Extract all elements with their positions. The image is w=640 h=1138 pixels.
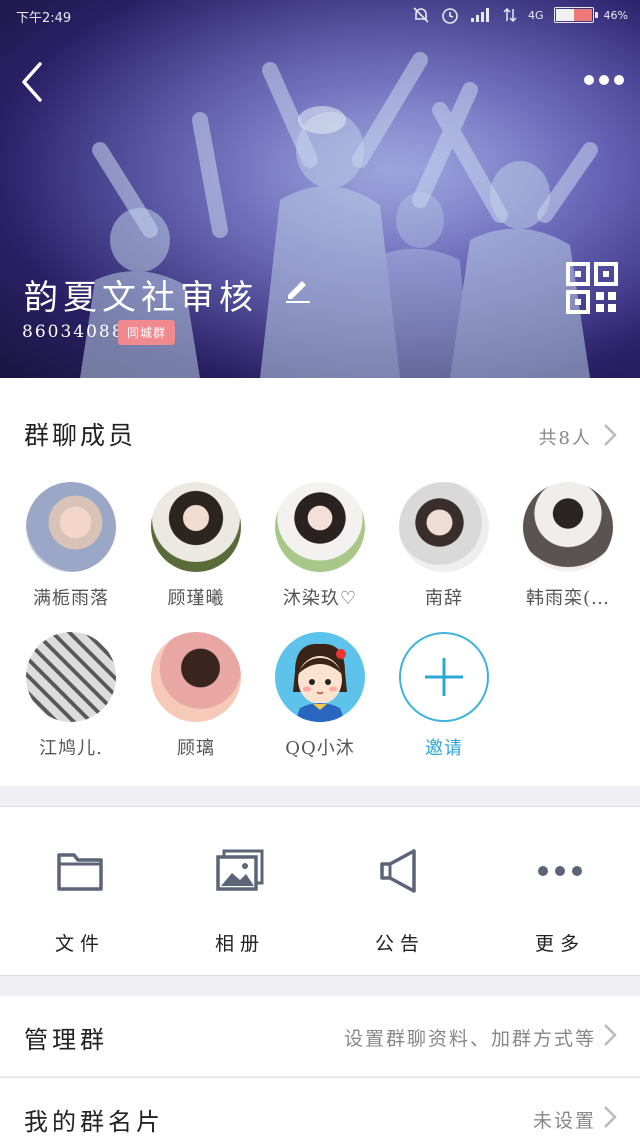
member-item[interactable]: 江鸠儿. xyxy=(16,632,126,760)
mute-bell-icon xyxy=(413,7,429,23)
album-icon xyxy=(216,849,264,891)
member-name: 顾瑾曦 xyxy=(167,588,225,609)
member-item[interactable]: 南辞 xyxy=(389,482,499,610)
more-options-button[interactable] xyxy=(582,66,626,94)
files-button[interactable]: 文件 xyxy=(0,807,160,977)
alarm-icon xyxy=(442,8,458,24)
more-label: 更多 xyxy=(534,933,585,955)
avatar xyxy=(275,482,365,572)
album-label: 相册 xyxy=(214,933,265,955)
member-item[interactable]: QQ小沐 xyxy=(265,632,375,760)
more-dots-icon xyxy=(538,866,582,876)
more-button[interactable]: 更多 xyxy=(480,807,640,977)
members-section: 群聊成员 共8人 满栀雨落 顾瑾曦 沐染玖♡ 南辞 韩雨栾(… 江鸠儿. 顾璃 xyxy=(0,378,640,786)
chevron-right-icon xyxy=(604,1024,617,1046)
network-type: 4G xyxy=(528,8,544,22)
member-name: 沐染玖♡ xyxy=(282,588,358,609)
avatar xyxy=(151,632,241,722)
member-item[interactable]: 顾璃 xyxy=(141,632,251,760)
member-name: QQ小沐 xyxy=(285,738,355,759)
megaphone-icon xyxy=(380,849,416,893)
avatar xyxy=(26,482,116,572)
announcement-label: 公告 xyxy=(374,933,425,955)
my-card-label: 我的群名片 xyxy=(24,1108,164,1136)
city-group-badge: 同城群 xyxy=(118,320,176,345)
invite-button[interactable]: 邀请 xyxy=(389,632,499,760)
member-name: 满栀雨落 xyxy=(33,588,109,609)
avatar xyxy=(399,482,489,572)
avatar xyxy=(275,632,365,722)
member-count: 共8人 xyxy=(538,428,592,449)
battery-icon xyxy=(553,7,598,23)
announcement-button[interactable]: 公告 xyxy=(320,807,480,977)
status-bar: 下午2:49 4G 46% xyxy=(0,0,640,32)
quick-actions: 文件 相册 公告 更多 xyxy=(0,806,640,976)
manage-group-label: 管理群 xyxy=(24,1026,108,1054)
member-name: 江鸠儿. xyxy=(39,738,103,759)
back-button[interactable] xyxy=(12,58,52,106)
files-label: 文件 xyxy=(54,933,105,955)
members-header[interactable]: 群聊成员 共8人 xyxy=(0,378,640,488)
edit-name-icon[interactable] xyxy=(284,275,312,303)
folder-icon xyxy=(57,853,103,891)
invite-label: 邀请 xyxy=(425,738,463,759)
manage-group-row[interactable]: 管理群 设置群聊资料、加群方式等 xyxy=(0,996,640,1076)
manage-group-value: 设置群聊资料、加群方式等 xyxy=(343,1028,596,1050)
data-transfer-icon xyxy=(503,7,517,23)
member-item[interactable]: 韩雨栾(… xyxy=(513,482,623,610)
status-icons: 4G 46% xyxy=(412,5,628,25)
member-name: 南辞 xyxy=(425,588,463,609)
my-card-value: 未设置 xyxy=(532,1110,596,1132)
battery-percent: 46% xyxy=(603,8,628,22)
member-name: 韩雨栾(… xyxy=(525,588,611,609)
chevron-right-icon xyxy=(604,424,617,446)
chevron-right-icon xyxy=(604,1106,617,1128)
add-icon xyxy=(399,632,489,722)
avatar xyxy=(523,482,613,572)
member-name: 顾璃 xyxy=(177,738,215,759)
group-header: 下午2:49 4G 46% 韵夏文社审核 860340883 同城群 xyxy=(0,0,640,378)
member-item[interactable]: 满栀雨落 xyxy=(16,482,126,610)
status-time: 下午2:49 xyxy=(16,11,72,26)
members-title: 群聊成员 xyxy=(24,421,137,450)
member-item[interactable]: 顾瑾曦 xyxy=(141,482,251,610)
avatar xyxy=(151,482,241,572)
signal-icon xyxy=(471,8,490,22)
group-name: 韵夏文社审核 xyxy=(24,278,258,318)
member-item[interactable]: 沐染玖♡ xyxy=(265,482,375,610)
my-card-row[interactable]: 我的群名片 未设置 xyxy=(0,1078,640,1138)
qr-code-icon[interactable] xyxy=(566,262,618,314)
avatar xyxy=(26,632,116,722)
album-button[interactable]: 相册 xyxy=(160,807,320,977)
